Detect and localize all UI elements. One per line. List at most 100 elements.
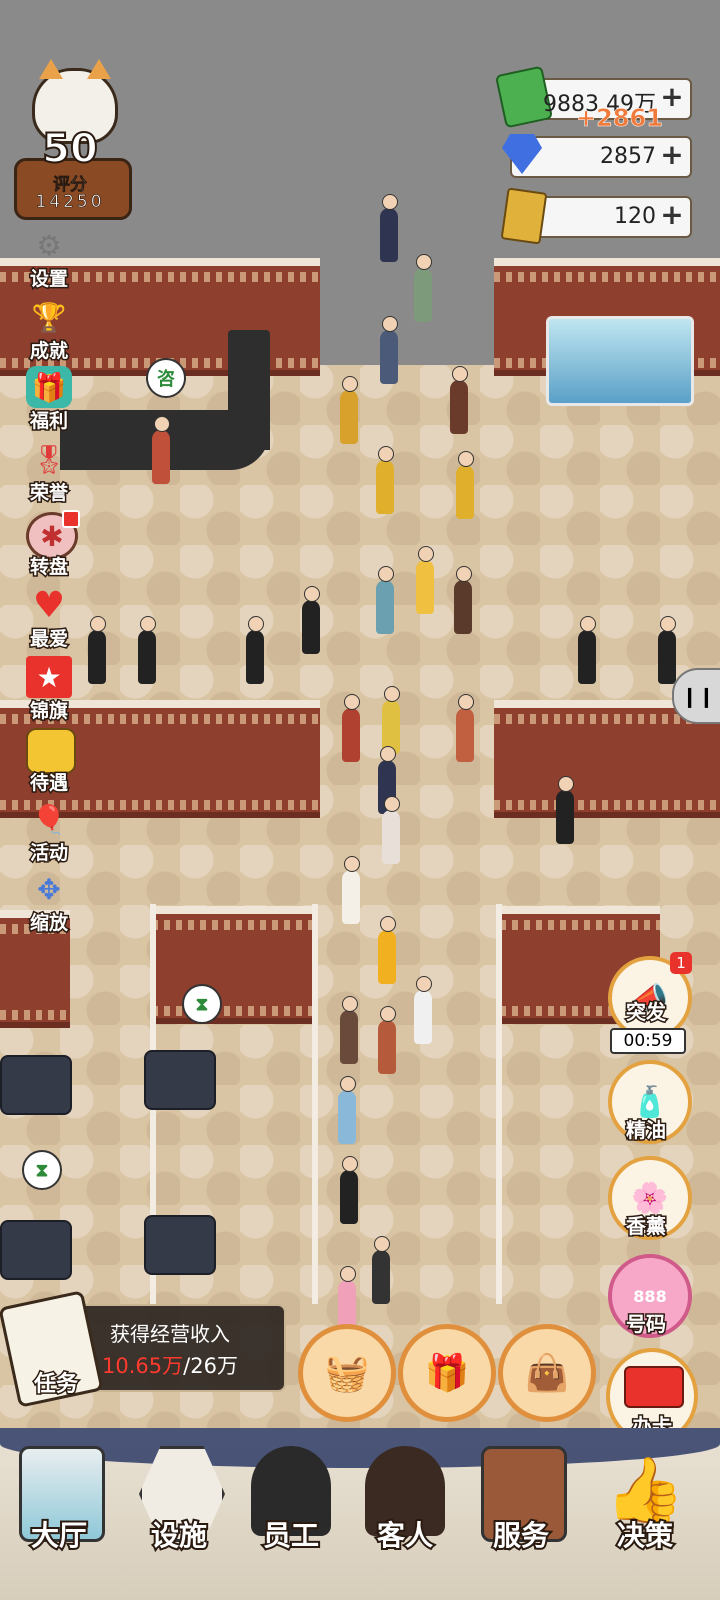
- massage-chair[interactable]: [0, 1055, 72, 1115]
- massage-chair[interactable]: [144, 1215, 216, 1275]
- side-label: 成就: [28, 339, 69, 364]
- nav-decision[interactable]: 👍 决策: [590, 1436, 700, 1596]
- bag-icon: 👜: [524, 1353, 570, 1394]
- guest[interactable]: [338, 1076, 356, 1144]
- side-treatment[interactable]: 待遇: [18, 728, 80, 796]
- massage-chair[interactable]: [0, 1220, 72, 1280]
- side-settings[interactable]: ⚙ 设置: [18, 224, 80, 292]
- incense-button[interactable]: 🌸 香薰: [604, 1156, 692, 1246]
- event-button[interactable]: 📣 1 突发 00:59: [604, 952, 692, 1054]
- staff[interactable]: [88, 616, 106, 684]
- side-label: 转盘: [28, 555, 69, 580]
- number-label: 号码: [625, 1311, 668, 1338]
- guest[interactable]: [380, 316, 398, 384]
- side-banner[interactable]: ★ 锦旗: [18, 656, 80, 724]
- event-timer: 00:59: [610, 1028, 686, 1054]
- gift-icon: 🎁: [26, 366, 72, 408]
- guest[interactable]: [342, 856, 360, 924]
- incense-label: 香薰: [625, 1213, 668, 1240]
- guest[interactable]: [340, 376, 358, 444]
- staff[interactable]: [302, 586, 320, 654]
- side-wheel[interactable]: ✱ 转盘: [18, 510, 80, 580]
- staff[interactable]: [658, 616, 676, 684]
- guest[interactable]: [456, 694, 474, 762]
- nav-label: 大厅: [29, 1517, 89, 1554]
- card-value: 120: [614, 204, 656, 229]
- side-label: 锦旗: [28, 699, 69, 724]
- rating-badge[interactable]: 50 评分 14250: [10, 59, 132, 220]
- guest[interactable]: [416, 546, 434, 614]
- side-label: 活动: [28, 841, 69, 866]
- bag-button[interactable]: 👜: [498, 1324, 596, 1422]
- guest[interactable]: [376, 446, 394, 514]
- consult-bubble[interactable]: 咨: [146, 358, 186, 398]
- trophy-icon: 🏆: [31, 300, 67, 334]
- gold-card-icon: [500, 187, 548, 245]
- guest[interactable]: [382, 796, 400, 864]
- collapse-tab[interactable]: ❙❙: [672, 668, 720, 724]
- zoom-arrows-icon: ✥: [37, 872, 61, 906]
- heart-icon: ♥: [32, 584, 66, 626]
- side-achievement[interactable]: 🏆 成就: [18, 296, 80, 364]
- staff[interactable]: [578, 616, 596, 684]
- oil-button[interactable]: 🧴 精油: [604, 1060, 692, 1150]
- rating-score: 14250: [35, 192, 105, 213]
- nav-service[interactable]: 服务: [466, 1436, 576, 1596]
- side-welfare[interactable]: 🎁 福利: [18, 366, 80, 434]
- guest[interactable]: [376, 566, 394, 634]
- staff[interactable]: [138, 616, 156, 684]
- basket-button[interactable]: 🧺: [298, 1324, 396, 1422]
- guest[interactable]: [414, 254, 432, 322]
- add-card-button[interactable]: +: [658, 201, 686, 230]
- nav-guest[interactable]: 客人: [350, 1436, 460, 1596]
- rating-level: 50: [41, 125, 99, 173]
- card-bar[interactable]: 120 +: [500, 187, 692, 245]
- nav-label: 客人: [375, 1517, 435, 1554]
- side-activity[interactable]: 🎈 活动: [18, 798, 80, 866]
- staff[interactable]: [246, 616, 264, 684]
- side-label: 荣誉: [28, 481, 69, 506]
- medal-icon: 🎖: [31, 442, 67, 476]
- task-target: /26万: [183, 1354, 238, 1378]
- guest[interactable]: [454, 566, 472, 634]
- hourglass-bubble[interactable]: ⧗: [182, 984, 222, 1024]
- diamond-bar[interactable]: 2857 +: [502, 134, 692, 178]
- gear-icon: ⚙: [36, 228, 62, 262]
- side-honor[interactable]: 🎖 荣誉: [18, 438, 80, 506]
- guest[interactable]: [414, 976, 432, 1044]
- guest[interactable]: [450, 366, 468, 434]
- number-button[interactable]: 888 号码: [604, 1254, 692, 1344]
- nav-label: 服务: [491, 1517, 551, 1554]
- aquarium[interactable]: [546, 316, 694, 406]
- guest[interactable]: [372, 1236, 390, 1304]
- side-zoom[interactable]: ✥ 缩放: [18, 868, 80, 936]
- event-badge: 1: [670, 952, 692, 974]
- guest[interactable]: [152, 416, 170, 484]
- guest[interactable]: [378, 1006, 396, 1074]
- guest[interactable]: [340, 1156, 358, 1224]
- oil-label: 精油: [625, 1117, 668, 1144]
- task-current: 10.65万: [102, 1354, 184, 1378]
- guest[interactable]: [378, 916, 396, 984]
- add-diamond-button[interactable]: +: [658, 141, 686, 170]
- hourglass-bubble[interactable]: ⧗: [22, 1150, 62, 1190]
- gift-box-icon: 🎁: [424, 1353, 470, 1394]
- guest[interactable]: [456, 451, 474, 519]
- massage-chair[interactable]: [144, 1050, 216, 1110]
- gift-box-button[interactable]: 🎁: [398, 1324, 496, 1422]
- guest[interactable]: [340, 996, 358, 1064]
- side-favorite[interactable]: ♥ 最爱: [18, 584, 80, 652]
- side-label: 最爱: [28, 627, 69, 652]
- guest[interactable]: [380, 194, 398, 262]
- side-label: 设置: [28, 267, 69, 292]
- notification-dot: [62, 510, 80, 528]
- task-progress: 10.65万/26万: [58, 1350, 282, 1380]
- nav-staff[interactable]: 员工: [236, 1436, 346, 1596]
- task-panel[interactable]: 任务 获得经营收入 10.65万/26万: [0, 1290, 286, 1408]
- nav-hall[interactable]: 大厅: [4, 1436, 114, 1596]
- staff[interactable]: [556, 776, 574, 844]
- side-label: 缩放: [28, 911, 69, 936]
- diamond-value: 2857: [600, 144, 656, 169]
- nav-facility[interactable]: 设施: [124, 1436, 234, 1596]
- guest[interactable]: [342, 694, 360, 762]
